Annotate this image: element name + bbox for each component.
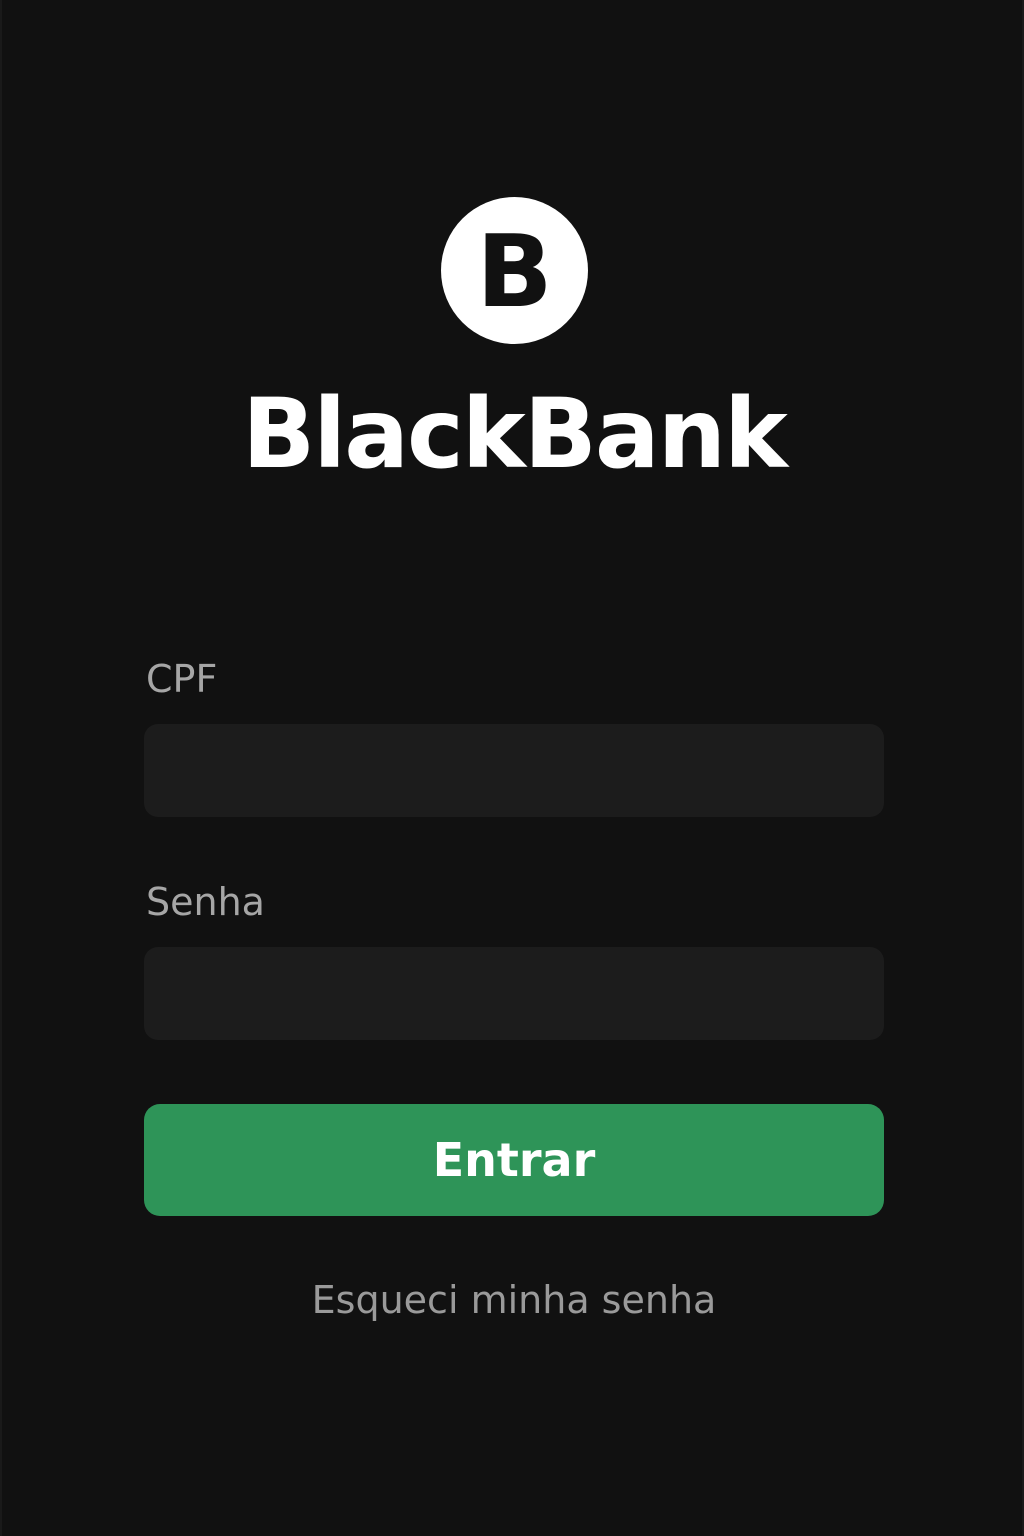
password-label: Senha: [146, 880, 265, 924]
forgot-password-link[interactable]: Esqueci minha senha: [2, 1276, 1024, 1324]
login-screen: B BlackBank CPF Senha Entrar Esqueci min…: [0, 0, 1024, 1536]
brand-name: BlackBank: [242, 378, 788, 490]
password-input[interactable]: [144, 947, 884, 1040]
logo-letter: B: [476, 212, 553, 330]
cpf-input[interactable]: [144, 724, 884, 817]
bank-logo-icon: B: [441, 197, 588, 344]
login-button-label: Entrar: [432, 1133, 596, 1187]
login-button[interactable]: Entrar: [144, 1104, 884, 1216]
cpf-label: CPF: [146, 657, 218, 701]
